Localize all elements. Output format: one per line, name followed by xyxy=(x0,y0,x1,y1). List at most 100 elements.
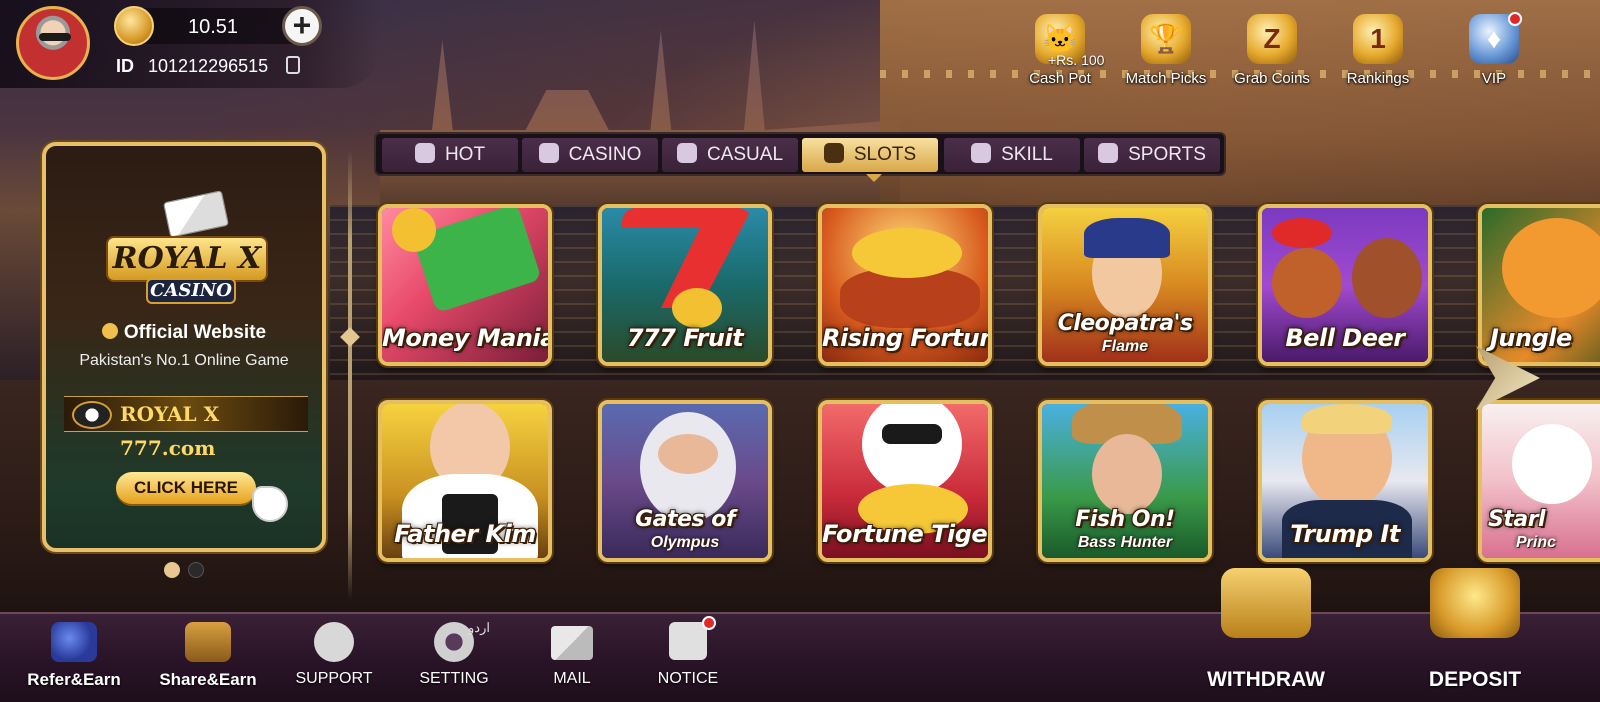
match-picks-button[interactable]: 🏆 Match Picks xyxy=(1116,8,1216,92)
game-title: Father Kim xyxy=(394,520,536,548)
playing-cards-icon xyxy=(162,190,230,238)
grab-coins-label: Grab Coins xyxy=(1234,70,1310,87)
game-tile-cleopatras-flame[interactable]: Cleopatra's Flame xyxy=(1038,204,1212,366)
tab-sports[interactable]: SPORTS xyxy=(1084,138,1220,172)
dealer-icon xyxy=(538,143,559,163)
game-tile-fortune-tiger[interactable]: Fortune Tiger xyxy=(818,400,992,562)
tab-casual[interactable]: CASUAL xyxy=(662,138,798,172)
wallet-icon xyxy=(1221,568,1311,638)
nav-notice[interactable]: NOTICE xyxy=(638,614,738,702)
notice-doc-icon xyxy=(669,622,707,660)
trophy-icon: 🏆 xyxy=(1141,14,1191,64)
click-here-button[interactable]: CLICK HERE xyxy=(116,472,256,504)
category-tabs: HOT CASINO CASUAL SLOTS SKILL SPORTS xyxy=(374,132,1226,176)
game-tile-trump-it[interactable]: Trump It xyxy=(1258,400,1432,562)
promo-banner[interactable]: ROYAL X CASINO Official Website Pakistan… xyxy=(42,142,326,552)
nav-setting[interactable]: اردو SETTING xyxy=(404,614,504,702)
coin-z-icon: Z xyxy=(1247,14,1297,64)
royal-x-logo: ROYAL X CASINO xyxy=(102,190,272,306)
game-subtitle: Olympus xyxy=(650,534,720,551)
top-feature-bar: 🐱 +Rs. 100 Cash Pot 🏆 Match Picks Z Grab… xyxy=(1010,8,1600,92)
tab-casino[interactable]: CASINO xyxy=(522,138,658,172)
game-subtitle: Bass Hunter xyxy=(1077,534,1173,551)
nav-refer-earn[interactable]: Refer&Earn xyxy=(18,614,130,702)
deposit-button[interactable]: DEPOSIT xyxy=(1410,568,1540,702)
pagination-dot[interactable] xyxy=(188,562,204,578)
user-id: 101212296515 xyxy=(148,56,269,76)
banner-pagination xyxy=(160,560,220,580)
coin-chest-icon xyxy=(1430,568,1520,638)
game-tile-money-mania[interactable]: Money Mania xyxy=(378,204,552,366)
rankings-button[interactable]: 1 Rankings xyxy=(1328,8,1428,92)
divider xyxy=(348,150,352,600)
cash-pot-label: Cash Pot xyxy=(1029,70,1091,87)
logo-sub-text: CASINO xyxy=(146,278,236,304)
withdraw-label: WITHDRAW xyxy=(1207,668,1325,691)
avatar[interactable] xyxy=(16,6,90,80)
game-tile-jungle[interactable]: Jungle xyxy=(1478,204,1600,366)
match-picks-label: Match Picks xyxy=(1125,70,1207,87)
soccer-ball-icon xyxy=(1098,143,1119,163)
game-title: Trump It xyxy=(1290,520,1400,548)
nav-label: MAIL xyxy=(553,670,591,687)
game-title: Jungle xyxy=(1490,324,1572,352)
official-website-label: Official Website xyxy=(46,322,322,344)
logo-main-text: ROYAL X xyxy=(106,236,268,282)
game-subtitle: Princ xyxy=(1516,534,1557,551)
game-title: 777 Fruit xyxy=(626,324,744,352)
pagination-dot-active[interactable] xyxy=(164,562,180,578)
add-funds-button[interactable]: + xyxy=(282,6,322,46)
game-tile-777-fruit[interactable]: 777 Fruit xyxy=(598,204,772,366)
tab-hot[interactable]: HOT xyxy=(382,138,518,172)
pointing-hand-icon xyxy=(252,486,288,522)
nav-label: Share&Earn xyxy=(159,670,257,689)
game-tile-father-kim[interactable]: Father Kim xyxy=(378,400,552,562)
tab-slots[interactable]: SLOTS xyxy=(802,138,938,172)
game-title: Fortune Tiger xyxy=(822,520,992,548)
game-title: Gates of xyxy=(635,507,735,532)
balance-box: 10.51 + xyxy=(114,6,322,46)
nav-support[interactable]: SUPPORT xyxy=(284,614,384,702)
game-tile-fish-on-bass-hunter[interactable]: Fish On! Bass Hunter xyxy=(1038,400,1212,562)
game-title: Money Mania xyxy=(382,324,552,352)
nav-label: SETTING xyxy=(419,670,489,687)
tab-skill[interactable]: SKILL xyxy=(944,138,1080,172)
id-label: ID xyxy=(116,56,134,76)
cash-pot-button[interactable]: 🐱 +Rs. 100 Cash Pot xyxy=(1010,8,1110,92)
withdraw-button[interactable]: WITHDRAW xyxy=(1196,568,1336,702)
vip-label: VIP xyxy=(1481,70,1507,87)
nav-label: NOTICE xyxy=(657,670,719,687)
rankings-label: Rankings xyxy=(1346,70,1410,87)
nav-label: SUPPORT xyxy=(295,670,373,687)
game-tile-gates-of-olympus[interactable]: Gates of Olympus xyxy=(598,400,772,562)
copy-icon[interactable] xyxy=(286,56,300,74)
coin-icon xyxy=(114,6,154,46)
refer-phone-icon xyxy=(51,622,97,662)
nav-label: Refer&Earn xyxy=(27,670,121,689)
envelope-icon xyxy=(551,626,593,660)
grab-coins-button[interactable]: Z Grab Coins xyxy=(1222,8,1322,92)
verified-icon xyxy=(101,323,118,339)
nav-share-earn[interactable]: Share&Earn xyxy=(148,614,268,702)
cash-pot-badge: +Rs. 100 xyxy=(1048,52,1105,68)
game-tile-bell-deer[interactable]: Bell Deer xyxy=(1258,204,1432,366)
language-badge: اردو xyxy=(468,620,490,635)
flame-icon xyxy=(414,143,435,163)
notice-notification-dot xyxy=(702,616,716,630)
active-tab-pointer xyxy=(866,174,882,182)
casino-chip-icon xyxy=(72,401,112,429)
background-mosque xyxy=(380,20,900,220)
game-tile-rising-fortunes[interactable]: Rising Fortunes xyxy=(818,204,992,366)
vip-button[interactable]: ♦ VIP xyxy=(1444,8,1544,92)
balance-value: 10.51 xyxy=(188,16,239,38)
nav-mail[interactable]: MAIL xyxy=(522,614,622,702)
website-url: ROYAL X 777.com xyxy=(64,396,308,460)
podium-icon: 1 xyxy=(1353,14,1403,64)
banner-tagline: Pakistan's No.1 Online Game xyxy=(79,352,289,369)
chat-bubble-icon xyxy=(314,622,354,662)
game-subtitle: Flame xyxy=(1101,338,1149,355)
game-title: Fish On! xyxy=(1075,507,1175,532)
game-tile-starlight-princess[interactable]: Starl Princ xyxy=(1478,400,1600,562)
bottom-nav: Refer&Earn Share&Earn SUPPORT اردو SETTI… xyxy=(0,568,1600,702)
vip-notification-dot xyxy=(1508,12,1522,26)
